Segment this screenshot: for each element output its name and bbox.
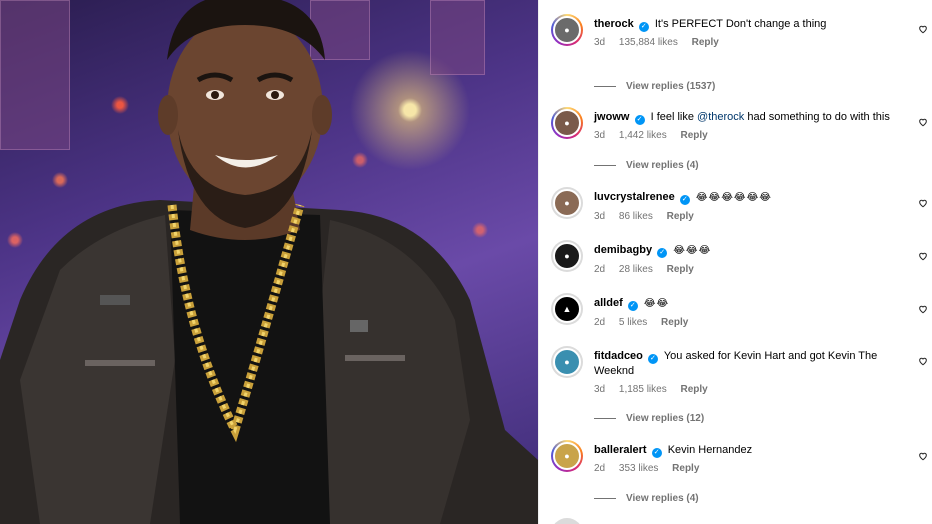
avatar[interactable]: ● — [553, 189, 581, 217]
story-ring[interactable]: ● — [551, 14, 583, 46]
view-replies-label: View replies (1537) — [626, 81, 716, 92]
avatar[interactable]: ● — [553, 442, 581, 470]
comment-time[interactable]: 3d — [594, 384, 605, 395]
verified-badge-icon: ✓ — [638, 22, 649, 32]
reply-button[interactable]: Reply — [667, 211, 694, 222]
comment-body: jwoww ✓ I feel like @therock had somethi… — [594, 110, 899, 144]
heart-outline-icon[interactable] — [918, 304, 928, 314]
comment-likes[interactable]: 1,185 likes — [619, 384, 667, 395]
comment-text: It's PERFECT Don't change a thing — [654, 18, 827, 30]
verified-badge-icon: ✓ — [627, 301, 638, 311]
comment-time[interactable]: 3d — [594, 211, 605, 222]
comment-time[interactable]: 2d — [594, 463, 605, 474]
comment-likes[interactable]: 86 likes — [619, 211, 653, 222]
view-replies-label: View replies (12) — [626, 413, 705, 424]
comment-likes[interactable]: 135,884 likes — [619, 37, 678, 48]
mention-link[interactable]: @therock — [697, 111, 744, 123]
comment-text: Kevin Hernandez — [667, 444, 753, 456]
comment-meta: 3d 86 likes Reply — [594, 210, 899, 225]
comment-likes[interactable]: 5 likes — [619, 317, 647, 328]
avatar-frame[interactable]: ▲ — [551, 293, 583, 325]
comment-likes[interactable]: 1,442 likes — [619, 130, 667, 141]
heart-outline-icon[interactable] — [918, 198, 928, 208]
comment-time[interactable]: 3d — [594, 130, 605, 141]
divider-line — [594, 165, 616, 166]
reply-button[interactable]: Reply — [681, 384, 708, 395]
comments-panel[interactable]: ● therock ✓ It's PERFECT Don't change a … — [538, 0, 932, 524]
avatar[interactable]: ● — [553, 16, 581, 44]
verified-badge-icon: ✓ — [679, 195, 690, 205]
comment-time[interactable]: 3d — [594, 37, 605, 48]
reply-button[interactable]: Reply — [667, 264, 694, 275]
avatar-frame[interactable]: ● — [551, 240, 583, 272]
view-replies-button[interactable]: View replies (4) — [594, 493, 699, 504]
verified-badge-icon: ✓ — [651, 448, 662, 458]
view-replies-button[interactable]: View replies (1537) — [594, 81, 715, 92]
verified-badge-icon: ✓ — [657, 248, 668, 258]
comment-text: I feel like — [650, 111, 698, 123]
comment-meta: 3d 1,442 likes Reply — [594, 129, 899, 144]
reply-button[interactable]: Reply — [661, 317, 688, 328]
wax-figure-image — [0, 0, 538, 524]
comment-username[interactable]: alldef — [594, 297, 623, 309]
comment-body: fitdadceo ✓ You asked for Kevin Hart and… — [594, 349, 899, 397]
heart-outline-icon[interactable] — [918, 356, 928, 366]
reply-button[interactable]: Reply — [672, 463, 699, 474]
view-replies-button[interactable]: View replies (4) — [594, 160, 699, 171]
comment-text: 😂😂😂😂😂😂 — [695, 192, 772, 203]
reply-button[interactable]: Reply — [692, 37, 719, 48]
avatar[interactable]: ● — [553, 348, 581, 376]
avatar-frame[interactable] — [551, 518, 583, 524]
comment-username[interactable]: fitdadceo — [594, 350, 643, 362]
avatar[interactable]: ▲ — [553, 295, 581, 323]
avatar[interactable]: ● — [553, 242, 581, 270]
heart-outline-icon[interactable] — [918, 117, 928, 127]
story-ring[interactable]: ● — [551, 107, 583, 139]
comment-likes[interactable]: 353 likes — [619, 463, 658, 474]
view-replies-button[interactable]: View replies (12) — [594, 413, 704, 424]
comment-text: 😂😂😂 — [673, 245, 712, 256]
avatar-frame[interactable]: ● — [551, 187, 583, 219]
comment-username[interactable]: balleralert — [594, 444, 647, 456]
comment-body: demibagby ✓ 😂😂😂 2d 28 likes Reply — [594, 243, 899, 277]
post-media[interactable] — [0, 0, 538, 524]
comment-username[interactable]: therock — [594, 18, 634, 30]
comment-meta: 2d 353 likes Reply — [594, 462, 899, 477]
comment-username[interactable]: luvcrystalrenee — [594, 191, 675, 203]
story-ring[interactable]: ● — [551, 440, 583, 472]
comment-meta: 3d 135,884 likes Reply — [594, 36, 899, 51]
comment-time[interactable]: 2d — [594, 264, 605, 275]
divider-line — [594, 418, 616, 419]
heart-outline-icon[interactable] — [918, 451, 928, 461]
avatar[interactable]: ● — [553, 109, 581, 137]
comment-meta: 2d 28 likes Reply — [594, 263, 899, 278]
comment-meta: 3d 1,185 likes Reply — [594, 383, 899, 398]
comment-text: 😂😂 — [643, 298, 670, 309]
avatar-frame[interactable]: ● — [551, 346, 583, 378]
comment-body: balleralert ✓ Kevin Hernandez 2d 353 lik… — [594, 443, 899, 477]
comment-time[interactable]: 2d — [594, 317, 605, 328]
comment-body: therock ✓ It's PERFECT Don't change a th… — [594, 17, 899, 51]
verified-badge-icon: ✓ — [647, 354, 658, 364]
divider-line — [594, 498, 616, 499]
comment-likes[interactable]: 28 likes — [619, 264, 653, 275]
comment-body: luvcrystalrenee ✓ 😂😂😂😂😂😂 3d 86 likes Rep… — [594, 190, 899, 224]
divider-line — [594, 86, 616, 87]
reply-button[interactable]: Reply — [681, 130, 708, 141]
comment-text: had something to do with this — [744, 111, 890, 123]
view-replies-label: View replies (4) — [626, 493, 699, 504]
comment-body: alldef ✓ 😂😂 2d 5 likes Reply — [594, 296, 899, 330]
verified-badge-icon: ✓ — [634, 115, 645, 125]
view-replies-label: View replies (4) — [626, 160, 699, 171]
heart-outline-icon[interactable] — [918, 251, 928, 261]
comment-username[interactable]: demibagby — [594, 244, 652, 256]
comment-meta: 2d 5 likes Reply — [594, 316, 899, 331]
comment-username[interactable]: jwoww — [594, 111, 629, 123]
heart-outline-icon[interactable] — [918, 24, 928, 34]
